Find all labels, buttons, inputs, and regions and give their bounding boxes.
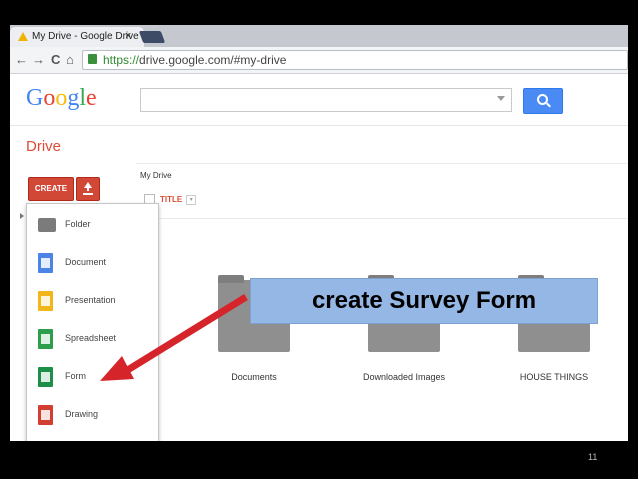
create-menu-item-folder[interactable]: Folder — [27, 206, 158, 244]
create-menu-item-spreadsheet[interactable]: Spreadsheet — [27, 320, 158, 358]
address-bar[interactable]: https://drive.google.com/#my-drive — [82, 50, 628, 70]
breadcrumb[interactable]: My Drive — [140, 171, 172, 180]
create-button[interactable]: CREATE — [28, 177, 74, 201]
list-header-divider — [136, 218, 628, 219]
menu-item-label: Folder — [65, 219, 91, 229]
logo-letter: G — [26, 85, 44, 111]
drive-title: Drive — [26, 138, 62, 155]
spreadsheet-icon — [38, 329, 53, 349]
logo-letter: o — [55, 85, 68, 111]
back-icon[interactable]: ← — [15, 52, 28, 67]
folder-icon — [38, 218, 56, 232]
expand-arrow-icon[interactable] — [20, 213, 24, 219]
form-icon — [38, 367, 53, 387]
search-icon — [537, 94, 548, 105]
header-divider — [10, 125, 628, 126]
menu-item-label: Form — [65, 371, 86, 381]
drawing-icon — [38, 405, 53, 425]
tab-close-icon[interactable]: × — [125, 30, 131, 42]
folder-name[interactable]: Downloaded Images — [344, 372, 464, 382]
sort-dropdown-icon[interactable]: ▾ — [186, 194, 197, 205]
annotation-text: create Survey Form — [311, 287, 537, 314]
create-menu-item-presentation[interactable]: Presentation — [27, 282, 158, 320]
logo-letter: o — [43, 85, 56, 111]
title-header-label: TITLE — [160, 195, 183, 204]
browser-toolbar: ← → C ⌂ https://drive.google.com/#my-dri… — [10, 47, 628, 74]
menu-item-label: Drawing — [65, 409, 99, 419]
tab-my-drive[interactable]: My Drive - Google Drive × — [10, 27, 144, 47]
address-url: https://drive.google.com/#my-drive — [103, 53, 287, 67]
reload-icon[interactable]: C — [51, 52, 60, 67]
drive-favicon-icon — [18, 32, 28, 41]
content-divider — [136, 163, 628, 164]
create-menu-item-form[interactable]: Form — [27, 358, 158, 396]
search-button[interactable] — [523, 88, 563, 114]
slide-number: 11 — [588, 452, 598, 462]
menu-item-label: Spreadsheet — [65, 333, 117, 343]
logo-letter: l — [79, 85, 87, 111]
document-icon — [38, 253, 53, 273]
google-logo[interactable]: Google — [26, 85, 97, 112]
lock-icon — [88, 54, 97, 64]
tab-bar: My Drive - Google Drive × — [10, 25, 628, 47]
presentation-icon — [38, 291, 53, 311]
browser-window: My Drive - Google Drive × ← → C ⌂ https:… — [10, 25, 628, 441]
logo-letter: g — [67, 85, 80, 111]
create-menu-item-drawing[interactable]: Drawing — [27, 396, 158, 434]
menu-item-label: Presentation — [65, 295, 116, 305]
new-tab-button[interactable] — [138, 31, 166, 43]
upload-button[interactable] — [76, 177, 100, 201]
home-icon[interactable]: ⌂ — [66, 52, 74, 67]
search-options-chevron-icon[interactable] — [497, 96, 505, 101]
create-menu-item-document[interactable]: Document — [27, 244, 158, 282]
folder-name[interactable]: Documents — [194, 372, 314, 382]
search-input[interactable] — [140, 88, 512, 112]
tab-title: My Drive - Google Drive — [32, 31, 139, 42]
menu-item-label: Document — [65, 257, 107, 267]
folder-name[interactable]: HOUSE THINGS — [494, 372, 614, 382]
annotation-callout: create Survey Form — [250, 278, 598, 324]
logo-letter: e — [86, 85, 97, 111]
forward-icon[interactable]: → — [32, 52, 45, 67]
create-menu: Folder Document Presentation Spreadsheet… — [26, 203, 159, 441]
